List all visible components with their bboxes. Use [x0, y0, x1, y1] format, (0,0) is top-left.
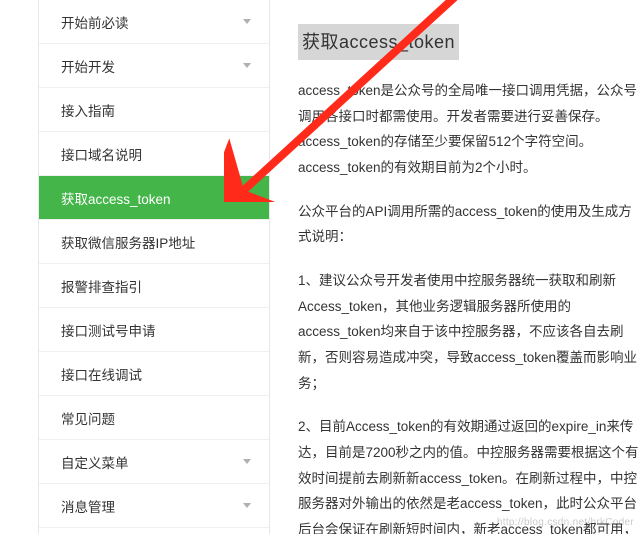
intro-paragraph: access_token是公众号的全局唯一接口调用凭据，公众号调用各接口时都需使…	[298, 78, 640, 181]
sidebar-item-label: 获取access_token	[61, 188, 171, 208]
sidebar-item-domain-desc[interactable]: 接口域名说明	[39, 132, 269, 176]
sidebar-item-label: 接入指南	[61, 100, 115, 120]
point-1: 1、建议公众号开发者使用中控服务器统一获取和刷新Access_token，其他业…	[298, 268, 640, 396]
sidebar-item-custom-menu[interactable]: 自定义菜单	[39, 440, 269, 484]
chevron-down-icon	[243, 19, 251, 24]
sidebar-item-pre-reading[interactable]: 开始前必读	[39, 0, 269, 44]
sidebar-item-access-token[interactable]: 获取access_token	[39, 176, 269, 220]
sidebar-item-server-ip[interactable]: 获取微信服务器IP地址	[39, 220, 269, 264]
sidebar-item-label: 获取微信服务器IP地址	[61, 232, 195, 252]
sidebar-item-test-account[interactable]: 接口测试号申请	[39, 308, 269, 352]
sidebar-item-label: 开始前必读	[61, 12, 129, 32]
page-title: 获取access_token	[298, 24, 459, 60]
sidebar-item-label: 接口在线调试	[61, 364, 142, 384]
chevron-down-icon	[243, 503, 251, 508]
sidebar-item-alarm-guide[interactable]: 报警排查指引	[39, 264, 269, 308]
watermark: http://blog.csdn.net/hrkCoder	[497, 517, 634, 528]
sidebar-item-start-dev[interactable]: 开始开发	[39, 44, 269, 88]
chevron-down-icon	[243, 459, 251, 464]
content-area: 获取access_token access_token是公众号的全局唯一接口调用…	[270, 0, 640, 534]
sidebar-item-label: 开始开发	[61, 56, 115, 76]
sidebar-item-web-dev[interactable]: 微信网页开发	[39, 528, 269, 534]
chevron-down-icon	[243, 63, 251, 68]
sidebar-item-label: 报警排查指引	[61, 276, 142, 296]
sidebar-item-faq[interactable]: 常见问题	[39, 396, 269, 440]
sidebar-item-online-debug[interactable]: 接口在线调试	[39, 352, 269, 396]
sidebar-item-label: 接口域名说明	[61, 144, 142, 164]
sidebar-nav: 开始前必读 开始开发 接入指南 接口域名说明 获取access_token 获取…	[38, 0, 270, 534]
sidebar-item-message-mgmt[interactable]: 消息管理	[39, 484, 269, 528]
usage-heading: 公众平台的API调用所需的access_token的使用及生成方式说明：	[298, 199, 640, 250]
sidebar-item-label: 自定义菜单	[61, 452, 129, 472]
sidebar-item-label: 常见问题	[61, 408, 115, 428]
sidebar-item-access-guide[interactable]: 接入指南	[39, 88, 269, 132]
sidebar-item-label: 消息管理	[61, 496, 115, 516]
sidebar-item-label: 接口测试号申请	[61, 320, 156, 340]
